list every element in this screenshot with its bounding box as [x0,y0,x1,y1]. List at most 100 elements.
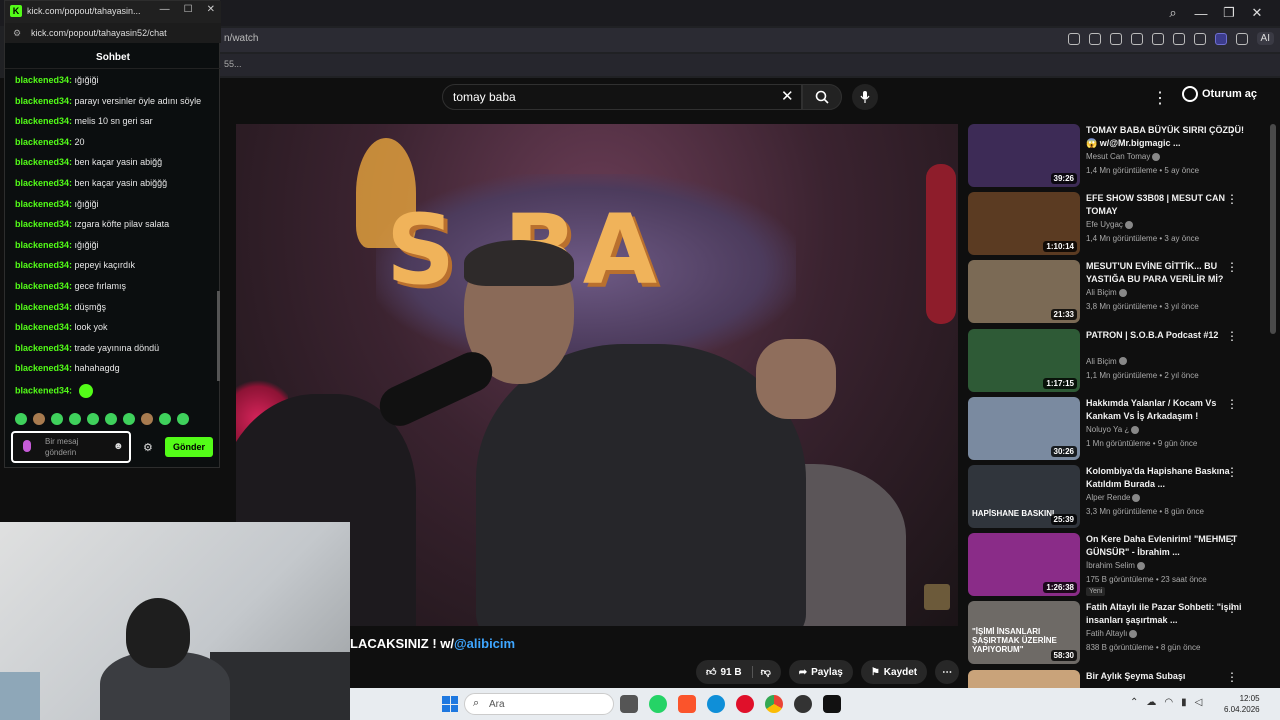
shield-icon[interactable] [1109,32,1122,45]
chat-username[interactable]: blackened34 [15,96,69,106]
recommendation-title[interactable]: Fatih Altaylı ile Pazar Sohbeti: "işimi … [1086,601,1246,627]
chat-username[interactable]: blackened34 [15,363,69,373]
emote-icon[interactable] [33,413,45,425]
recommendation-title[interactable]: Hakkımda Yalanlar / Kocam Vs Kankam Vs İ… [1086,397,1246,423]
bookmark-item[interactable]: 55... [224,59,242,69]
recommendation-item[interactable]: Bir Aylık Şeyma Subaşı ⋮ [968,669,1268,688]
recommendation-item[interactable]: 30:26 Hakkımda Yalanlar / Kocam Vs Kankam… [968,396,1268,461]
heart-icon[interactable] [1151,32,1164,45]
chat-username[interactable]: blackened34 [15,75,69,85]
extension-icon[interactable] [1235,32,1248,45]
profile-icon[interactable] [1214,32,1227,45]
chat-url-bar[interactable]: ⚙ kick.com/popout/tahayasin52/chat [5,23,221,43]
video-title-handle[interactable]: @alibicim [454,636,515,651]
more-menu-icon[interactable]: ⋮ [1226,533,1238,547]
more-menu-icon[interactable]: ⋮ [1226,329,1238,343]
app-icon[interactable] [794,695,812,713]
channel-name[interactable]: Fatih Altaylı [1086,629,1138,638]
channel-name[interactable]: Noluyo Ya ¿ [1086,425,1140,434]
recommendation-item[interactable]: 21:33 MESUT'UN EVİNE GİTTİK... BU YASTIĞA… [968,260,1268,324]
cloud-icon[interactable]: ☁ [1146,697,1156,708]
emote-icon[interactable] [123,413,135,425]
chevron-up-icon[interactable]: ⌃ [1130,697,1138,708]
emote-icon[interactable] [69,413,81,425]
brave-icon[interactable] [678,695,696,713]
emoji-icon[interactable]: ☻ [113,441,124,452]
opera-icon[interactable] [736,695,754,713]
chat-username[interactable]: blackened34 [15,199,69,209]
emote-icon[interactable] [141,413,153,425]
voice-search-button[interactable] [852,84,878,110]
search-button[interactable] [802,84,842,110]
emote-icon[interactable] [51,413,63,425]
channel-name[interactable]: İbrahim Selim [1086,561,1145,570]
site-settings-icon[interactable]: ⚙ [13,28,21,39]
chat-scrollbar[interactable] [217,291,220,381]
chat-username[interactable]: blackened34 [15,178,69,188]
like-button[interactable]: 👍︎ 91 B 👎︎ [696,660,781,684]
emote-icon[interactable] [15,413,27,425]
emote-icon[interactable] [159,413,171,425]
microphone-icon[interactable] [23,440,31,452]
more-menu-icon[interactable]: ⋮ [1226,397,1238,411]
wifi-icon[interactable]: ◠ [1164,697,1173,708]
recommendation-title[interactable]: TOMAY BABA BÜYÜK SIRRI ÇÖZDÜ!😱 w/@Mr.big… [1086,124,1246,150]
chat-username[interactable]: blackened34 [15,343,69,353]
play-icon[interactable] [1130,32,1143,45]
recommendation-title[interactable]: Kolombiya'da Hapishane Baskına Katıldım … [1086,465,1246,491]
chat-username[interactable]: blackened34 [15,281,69,291]
video-thumbnail[interactable]: 21:33 [968,260,1080,324]
chat-username[interactable]: blackened34 [15,157,69,167]
share-button[interactable]: ➦ Paylaş [788,660,853,684]
chat-settings-icon[interactable]: ⚙ [143,441,153,454]
send-button[interactable]: Gönder [165,437,213,457]
restore-icon[interactable]: ❐ [1218,2,1240,24]
clear-search-icon[interactable]: ✕ [781,87,794,105]
chat-username[interactable]: blackened34 [15,219,69,229]
minimize-icon[interactable]: — [160,4,170,15]
recommendation-title[interactable]: MESUT'UN EVİNE GİTTİK... BU YASTIĞA BU P… [1086,260,1246,286]
file-explorer-icon[interactable] [620,695,638,713]
chat-username[interactable]: blackened34 [15,116,69,126]
recommendation-title[interactable]: EFE SHOW S3B08 | MESUT CAN TOMAY [1086,192,1246,218]
emote-icon[interactable] [87,413,99,425]
chat-username[interactable]: blackened34 [15,385,69,395]
video-thumbnail[interactable]: 39:26 [968,124,1080,187]
download-icon[interactable] [1172,32,1185,45]
recommendation-title[interactable]: On Kere Daha Evlenirim! "MEHMET GÜNSÜR" … [1086,533,1246,559]
chat-username[interactable]: blackened34 [15,240,69,250]
video-thumbnail[interactable] [968,669,1080,688]
video-thumbnail[interactable]: 30:26 [968,396,1080,460]
recommendation-item[interactable]: 39:26 TOMAY BABA BÜYÜK SIRRI ÇÖZDÜ!😱 w/@M… [968,124,1268,188]
chat-username[interactable]: blackened34 [15,302,69,312]
channel-watermark[interactable] [924,584,950,610]
list-icon[interactable] [1193,32,1206,45]
channel-name[interactable]: Mesut Can Tomay [1086,152,1161,161]
more-menu-icon[interactable]: ⋮ [1152,88,1168,108]
address-bar[interactable]: n/watch AI [220,28,1280,52]
channel-name[interactable]: Efe Uygaç [1086,220,1133,229]
more-actions-button[interactable]: ⋯ [935,660,960,684]
channel-name[interactable]: Alper Rende [1086,493,1141,502]
whatsapp-icon[interactable] [649,695,667,713]
more-menu-icon[interactable]: ⋮ [1226,465,1238,479]
recommendation-item[interactable]: 1:26:38 On Kere Daha Evlenirim! "MEHMET G… [968,533,1268,597]
tradingview-icon[interactable] [823,695,841,713]
chat-username[interactable]: blackened34 [15,137,69,147]
chat-username[interactable]: blackened34 [15,260,69,270]
microphone-icon[interactable]: ▮ [1181,697,1187,708]
more-menu-icon[interactable]: ⋮ [1226,260,1238,274]
channel-name[interactable]: Ali Biçim [1086,357,1127,366]
ai-button[interactable]: AI [1256,32,1274,45]
close-icon[interactable]: ✕ [207,4,215,15]
video-thumbnail[interactable]: "İŞİMİ İNSANLARI ŞAŞIRTMAK ÜZERİNE YAPIY… [968,601,1080,665]
more-menu-icon[interactable]: ⋮ [1226,670,1238,684]
emote-icon[interactable] [105,413,117,425]
maximize-icon[interactable]: ☐ [184,4,193,15]
thumbs-down-icon[interactable]: 👎︎ [751,666,771,678]
recommendation-title[interactable]: Bir Aylık Şeyma Subaşı [1086,670,1246,683]
video-thumbnail[interactable]: 1:17:15 [968,328,1080,392]
chrome-icon[interactable] [765,695,783,713]
windows-start-icon[interactable] [442,696,458,712]
camera-icon[interactable] [1088,32,1101,45]
